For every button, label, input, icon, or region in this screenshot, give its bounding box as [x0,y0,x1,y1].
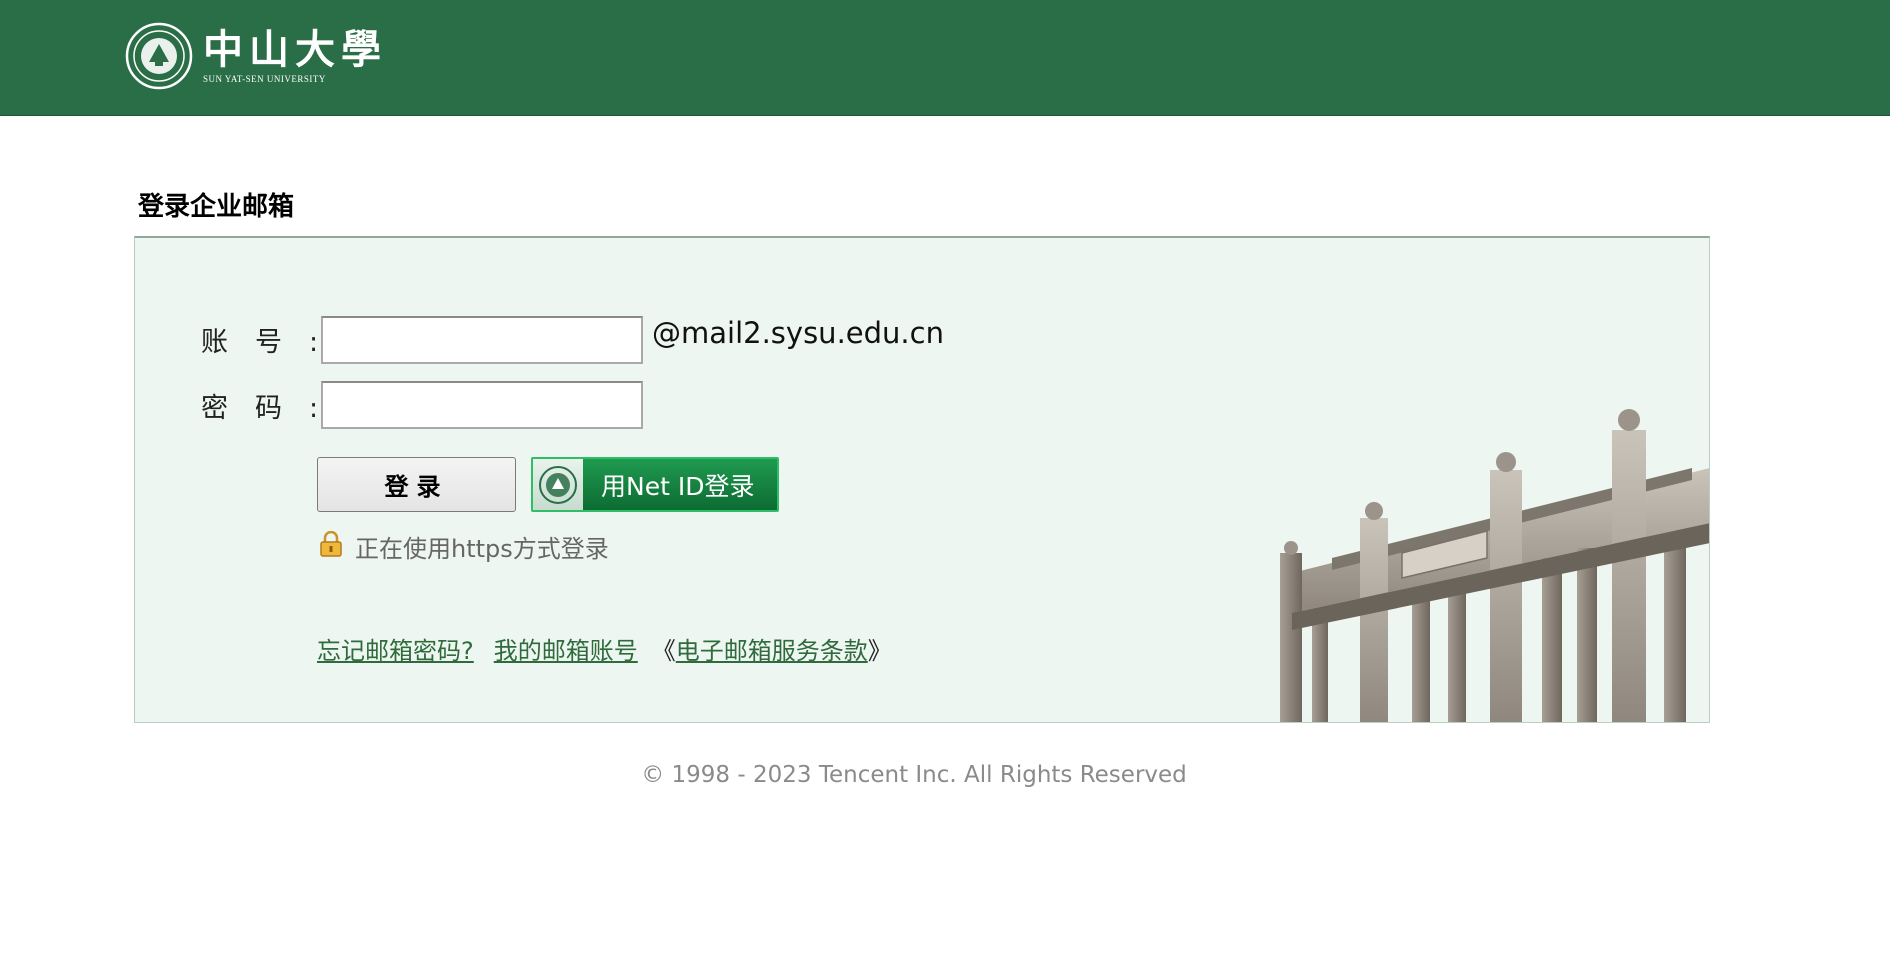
campus-gate-illustration [1252,409,1709,722]
close-bracket: 》 [867,637,892,665]
page-title: 登录企业邮箱 [138,192,295,222]
open-bracket: 《 [651,637,676,665]
password-label: 密码: [201,393,319,424]
account-input[interactable] [321,316,643,364]
netid-login-button[interactable]: 用Net ID登录 [531,457,779,512]
login-panel: 账号: @mail2.sysu.edu.cn 密码: 登录 用Net ID登录 … [134,236,1710,723]
terms-link[interactable]: 电子邮箱服务条款 [676,631,868,666]
logo-english-name: SUN YAT-SEN UNIVERSITY [203,74,326,84]
logo-chinese-name: 中山大學 [203,26,387,73]
netid-seal-icon [533,459,583,510]
https-note: 正在使用https方式登录 [355,535,609,563]
lock-icon [320,531,342,557]
account-label: 账号: [201,327,319,358]
domain-suffix: @mail2.sysu.edu.cn [652,316,944,350]
forgot-password-link[interactable]: 忘记邮箱密码? [317,631,474,666]
login-button[interactable]: 登录 [317,457,516,512]
netid-button-label: 用Net ID登录 [601,471,755,501]
header-bar: 中山大學 SUN YAT-SEN UNIVERSITY [0,0,1890,116]
university-logo[interactable]: 中山大學 SUN YAT-SEN UNIVERSITY [125,22,387,90]
my-account-link[interactable]: 我的邮箱账号 [494,631,638,666]
password-input[interactable] [321,381,643,429]
university-seal-icon [125,22,193,90]
footer-links: 忘记邮箱密码? 我的邮箱账号 《 电子邮箱服务条款 》 [317,631,892,666]
copyright-footer: © 1998 - 2023 Tencent Inc. All Rights Re… [641,762,1187,788]
